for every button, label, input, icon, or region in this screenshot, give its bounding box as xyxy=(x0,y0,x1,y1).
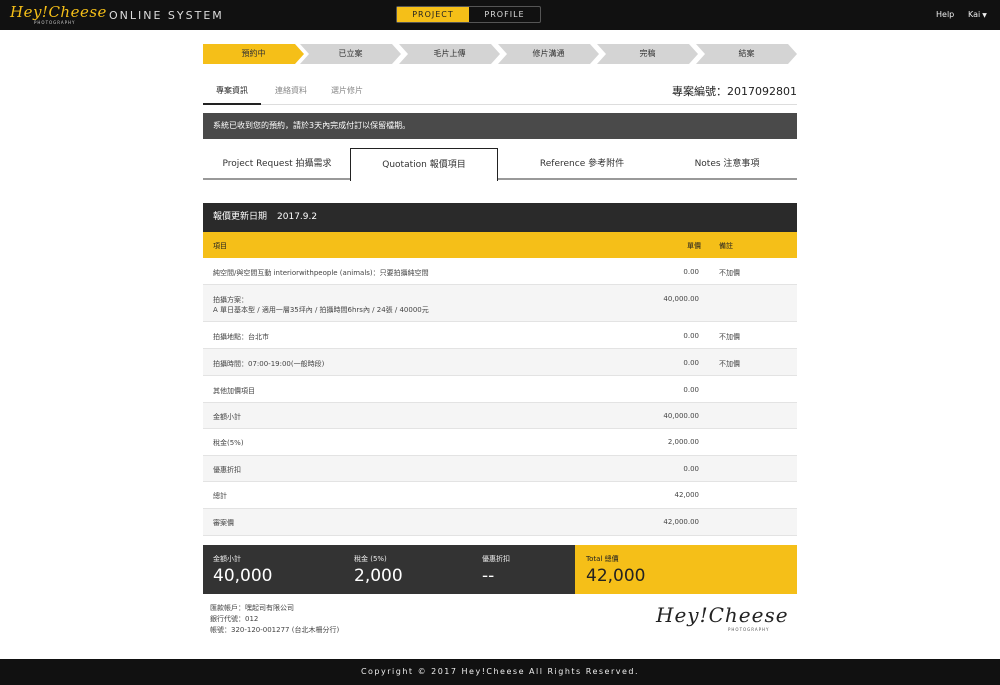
table-row: 審案價 42,000.00 xyxy=(203,509,797,536)
quotation-table: 報價更新日期 2017.9.2 項目 單價 備註 純空間/與空間互動 interi… xyxy=(203,203,797,536)
quote-header: 報價更新日期 2017.9.2 xyxy=(203,203,797,232)
section-switch: PROJECT PROFILE xyxy=(396,6,541,23)
summary-dark-panel: 金額小計 40,000 稅金 (5%) 2,000 優惠折扣 -- xyxy=(203,545,575,594)
user-menu[interactable]: Kai ▼ xyxy=(968,10,987,19)
row-note: 不加價 xyxy=(719,269,740,277)
summary-discount-label: 優惠折扣 xyxy=(482,555,510,563)
row-item: 審案價 xyxy=(213,519,234,527)
profile-toggle[interactable]: PROFILE xyxy=(469,7,540,22)
project-subtabs: 專案資訊 連絡資料 選片修片 專案編號：2017092801 xyxy=(203,78,797,105)
table-row: 純空間/與空間互動 interiorwithpeople (animals)：只… xyxy=(203,258,797,285)
step-booking: 預約中 xyxy=(203,44,304,64)
summary-total-value: 42,000 xyxy=(586,566,646,586)
table-row: 稅金(5%) 2,000.00 xyxy=(203,429,797,456)
row-item: 金額小計 xyxy=(213,413,241,421)
logo-text: Hey!Cheese xyxy=(10,3,107,21)
row-price: 40,000.00 xyxy=(663,412,699,420)
table-row: 優惠折扣 0.00 xyxy=(203,456,797,482)
step-established: 已立案 xyxy=(300,44,401,64)
row-note: 不加價 xyxy=(719,333,740,341)
table-row: 其他加價項目 0.00 xyxy=(203,376,797,403)
row-price: 0.00 xyxy=(683,268,699,276)
row-note: 不加價 xyxy=(719,360,740,368)
row-item-detail: A 單日基本型 / 適用一層35坪內 / 拍攝時間6hrs內 / 24張 / 4… xyxy=(213,306,429,314)
footer-logo-subtext: PHOTOGRAPHY xyxy=(728,627,770,632)
tab-notes[interactable]: Notes 注意事項 xyxy=(653,148,801,180)
summary-bar: 金額小計 40,000 稅金 (5%) 2,000 優惠折扣 -- Total … xyxy=(203,545,797,594)
footer-brand-logo: Hey!Cheese PHOTOGRAPHY xyxy=(656,603,789,633)
system-title: ONLINE SYSTEM xyxy=(109,9,224,22)
summary-total-panel: Total 總價 42,000 xyxy=(575,545,797,594)
main-tabs: Project Request 拍攝需求 Quotation 報價項目 Refe… xyxy=(203,148,797,181)
bank-info: 匯款帳戶：嘿起司有限公司 銀行代號：012 帳號：320-120-001277 … xyxy=(210,603,339,636)
copyright-footer: Copyright © 2017 Hey!Cheese All Rights R… xyxy=(0,659,1000,685)
summary-tax-label: 稅金 (5%) xyxy=(354,555,387,563)
quote-update-date: 2017.9.2 xyxy=(277,212,318,222)
row-price: 0.00 xyxy=(683,386,699,394)
bank-code: 銀行代號：012 xyxy=(210,615,259,623)
project-number: 專案編號：2017092801 xyxy=(672,85,797,98)
step-retouch: 修片溝通 xyxy=(498,44,599,64)
user-name: Kai xyxy=(968,10,981,19)
row-price: 0.00 xyxy=(683,465,699,473)
row-item: 拍攝地點：台北市 xyxy=(213,333,269,341)
logo-subtext: PHOTOGRAPHY xyxy=(34,20,76,25)
quote-update-label: 報價更新日期 xyxy=(213,212,268,222)
column-header-row: 項目 單價 備註 xyxy=(203,232,797,258)
summary-total-label: Total 總價 xyxy=(586,555,619,563)
table-row: 金額小計 40,000.00 xyxy=(203,403,797,429)
row-item: 純空間/與空間互動 interiorwithpeople (animals)：只… xyxy=(213,269,429,277)
progress-steps: 預約中 已立案 毛片上傳 修片溝通 完稿 結案 xyxy=(203,44,797,64)
top-navbar: Hey!Cheese PHOTOGRAPHY ONLINE SYSTEM PRO… xyxy=(0,0,1000,30)
tab-reference[interactable]: Reference 參考附件 xyxy=(508,148,656,180)
project-toggle[interactable]: PROJECT xyxy=(397,7,469,22)
row-item: 稅金(5%) xyxy=(213,439,244,447)
summary-tax-value: 2,000 xyxy=(354,566,403,586)
subtab-photo-select[interactable]: 選片修片 xyxy=(331,85,363,96)
row-price: 0.00 xyxy=(683,359,699,367)
table-row: 拍攝地點：台北市 0.00 不加價 xyxy=(203,322,797,349)
row-item: 優惠折扣 xyxy=(213,466,241,474)
active-subtab-indicator xyxy=(203,103,261,105)
footer-logo-text: Hey!Cheese xyxy=(656,603,789,627)
row-price: 42,000 xyxy=(674,491,700,499)
step-closed: 結案 xyxy=(696,44,797,64)
step-final: 完稿 xyxy=(597,44,698,64)
table-row: 拍攝方案： A 單日基本型 / 適用一層35坪內 / 拍攝時間6hrs內 / 2… xyxy=(203,285,797,322)
column-note: 備註 xyxy=(719,242,733,250)
summary-subtotal-label: 金額小計 xyxy=(213,555,241,563)
step-upload: 毛片上傳 xyxy=(399,44,500,64)
row-price: 42,000.00 xyxy=(663,518,699,526)
bank-account-name: 匯款帳戶：嘿起司有限公司 xyxy=(210,604,294,612)
summary-discount-value: -- xyxy=(482,566,495,586)
tab-project-request[interactable]: Project Request 拍攝需求 xyxy=(203,148,351,180)
column-price: 單價 xyxy=(687,242,701,250)
table-row: 拍攝時間：07:00-19:00(一般時段) 0.00 不加價 xyxy=(203,349,797,376)
row-price: 40,000.00 xyxy=(663,295,699,303)
summary-subtotal-value: 40,000 xyxy=(213,566,273,586)
row-item: 其他加價項目 xyxy=(213,387,255,395)
bank-account-number: 帳號：320-120-001277 (台北木柵分行) xyxy=(210,626,340,634)
column-item: 項目 xyxy=(213,242,227,250)
row-price: 2,000.00 xyxy=(667,438,699,446)
subtab-contact[interactable]: 連絡資料 xyxy=(275,85,307,96)
brand-logo[interactable]: Hey!Cheese PHOTOGRAPHY xyxy=(10,3,106,27)
row-price: 0.00 xyxy=(683,332,699,340)
row-item: 總計 xyxy=(213,492,227,500)
tab-quotation[interactable]: Quotation 報價項目 xyxy=(350,148,498,181)
table-row: 總計 42,000 xyxy=(203,482,797,509)
caret-down-icon: ▼ xyxy=(982,12,987,19)
help-link[interactable]: Help xyxy=(936,10,954,19)
row-item: 拍攝方案： xyxy=(213,296,248,304)
row-item: 拍攝時間：07:00-19:00(一般時段) xyxy=(213,360,325,368)
subtab-project-info[interactable]: 專案資訊 xyxy=(216,85,248,96)
booking-notice: 系統已收到您的預約，請於3天內完成付訂以保留檔期。 xyxy=(203,113,797,139)
